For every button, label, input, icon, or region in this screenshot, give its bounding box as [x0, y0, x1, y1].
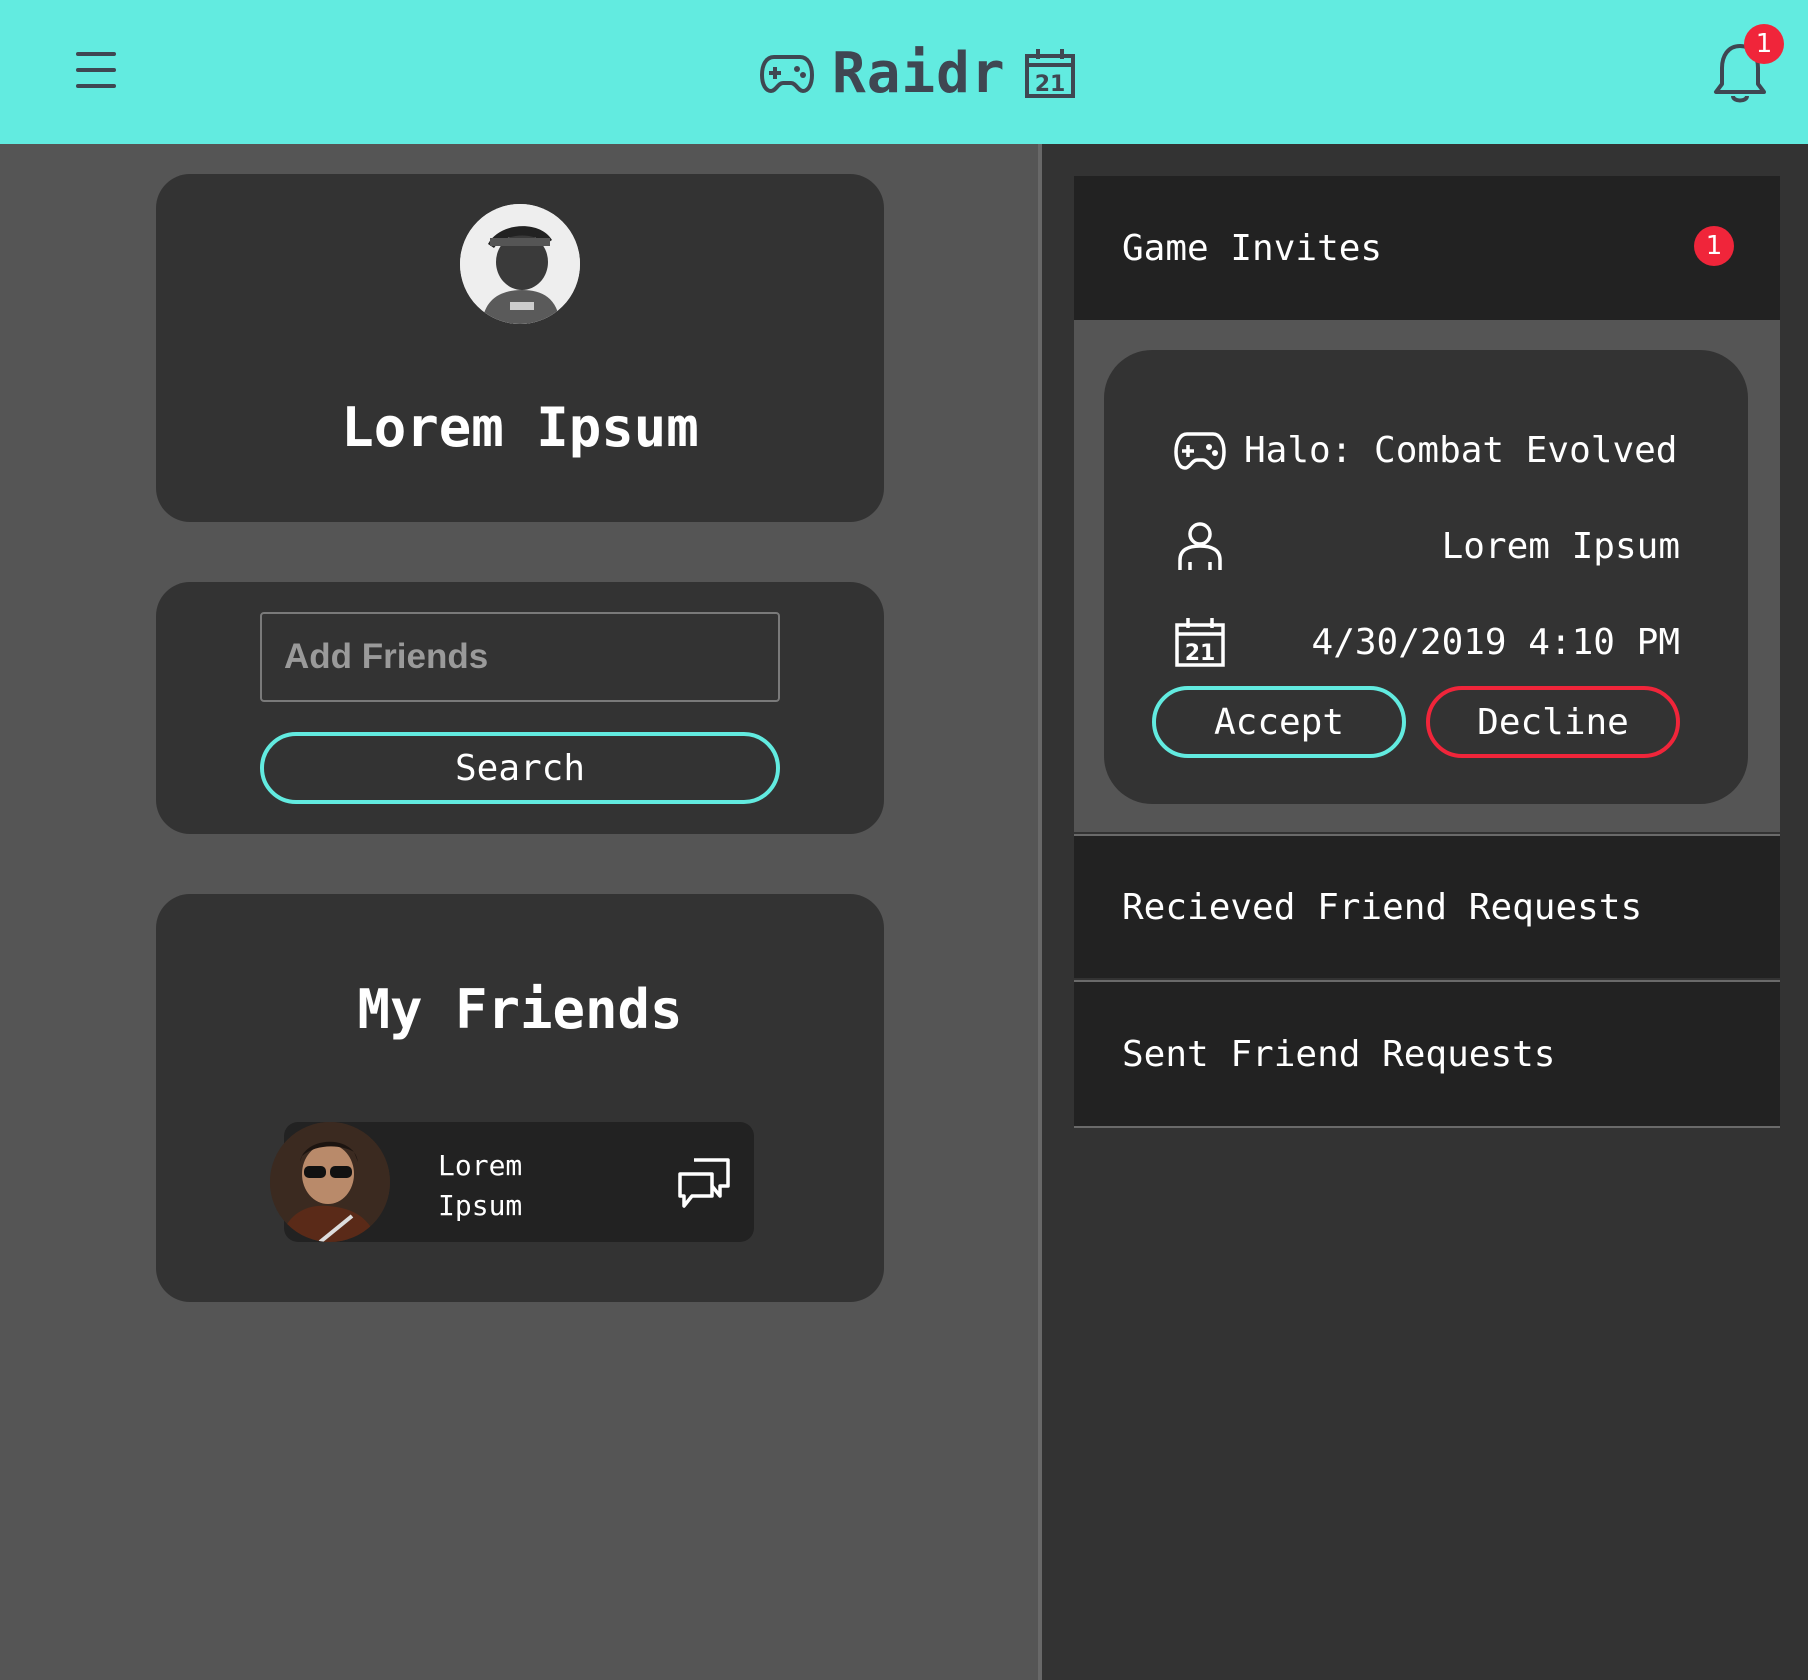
- gamepad-icon: [1174, 432, 1226, 470]
- add-friends-input[interactable]: [260, 612, 780, 702]
- top-app-bar: Raidr 21 1: [0, 0, 1808, 144]
- left-column: Lorem Ipsum Search My Friends Lorem: [0, 144, 1038, 1680]
- game-invites-title: Game Invites: [1122, 227, 1383, 269]
- notification-count-badge: 1: [1744, 24, 1784, 64]
- my-friends-title: My Friends: [357, 978, 683, 1041]
- calendar-icon: 21: [1024, 49, 1075, 98]
- calendar-icon: 21: [1175, 618, 1225, 667]
- svg-text:21: 21: [1034, 72, 1065, 97]
- friend-avatar: [270, 1122, 390, 1242]
- invite-datetime: 4/30/2019 4:10 PM: [1311, 621, 1680, 663]
- profile-card: Lorem Ipsum: [156, 174, 884, 522]
- svg-text:21: 21: [1185, 641, 1216, 666]
- app-brand[interactable]: Raidr 21: [760, 36, 1076, 110]
- friend-last-name: Ipsum: [438, 1189, 523, 1222]
- friend-first-name: Lorem: [438, 1149, 523, 1182]
- game-invites-panel: Halo: Combat Evolved Lorem Ipsum 21 4/30…: [1074, 320, 1780, 832]
- invite-host-name: Lorem Ipsum: [1441, 525, 1680, 567]
- person-icon: [1178, 522, 1222, 570]
- add-friends-card: Search: [156, 582, 884, 834]
- sent-friend-requests-title: Sent Friend Requests: [1122, 1033, 1556, 1075]
- invite-game-name: Halo: Combat Evolved: [1244, 429, 1678, 471]
- game-invite-card: Halo: Combat Evolved Lorem Ipsum 21 4/30…: [1104, 350, 1748, 804]
- decline-invite-button[interactable]: Decline: [1426, 686, 1680, 758]
- game-invites-header[interactable]: Game Invites 1: [1074, 176, 1780, 320]
- profile-name: Lorem Ipsum: [341, 396, 699, 459]
- invite-game-row: Halo: Combat Evolved: [1174, 420, 1680, 480]
- chat-bubbles-icon[interactable]: [676, 1156, 732, 1210]
- app-title: Raidr: [832, 40, 1006, 106]
- gamepad-icon: [760, 55, 814, 93]
- right-column: Game Invites 1 Halo: Combat Evolved Lore…: [1038, 144, 1808, 1680]
- sent-friend-requests-header[interactable]: Sent Friend Requests: [1074, 980, 1780, 1128]
- received-friend-requests-header[interactable]: Recieved Friend Requests: [1074, 834, 1780, 978]
- hamburger-menu-icon[interactable]: [70, 48, 122, 92]
- user-avatar: [460, 204, 580, 324]
- game-invites-badge: 1: [1694, 226, 1734, 266]
- invite-datetime-row: 21 4/30/2019 4:10 PM: [1174, 612, 1680, 672]
- friend-list-item[interactable]: Lorem Ipsum: [270, 1122, 754, 1242]
- invite-host-row: Lorem Ipsum: [1174, 516, 1680, 576]
- accept-invite-button[interactable]: Accept: [1152, 686, 1406, 758]
- my-friends-card: My Friends Lorem Ipsum: [156, 894, 884, 1302]
- friend-name: Lorem Ipsum: [438, 1146, 638, 1226]
- search-button[interactable]: Search: [260, 732, 780, 804]
- received-friend-requests-title: Recieved Friend Requests: [1122, 886, 1643, 928]
